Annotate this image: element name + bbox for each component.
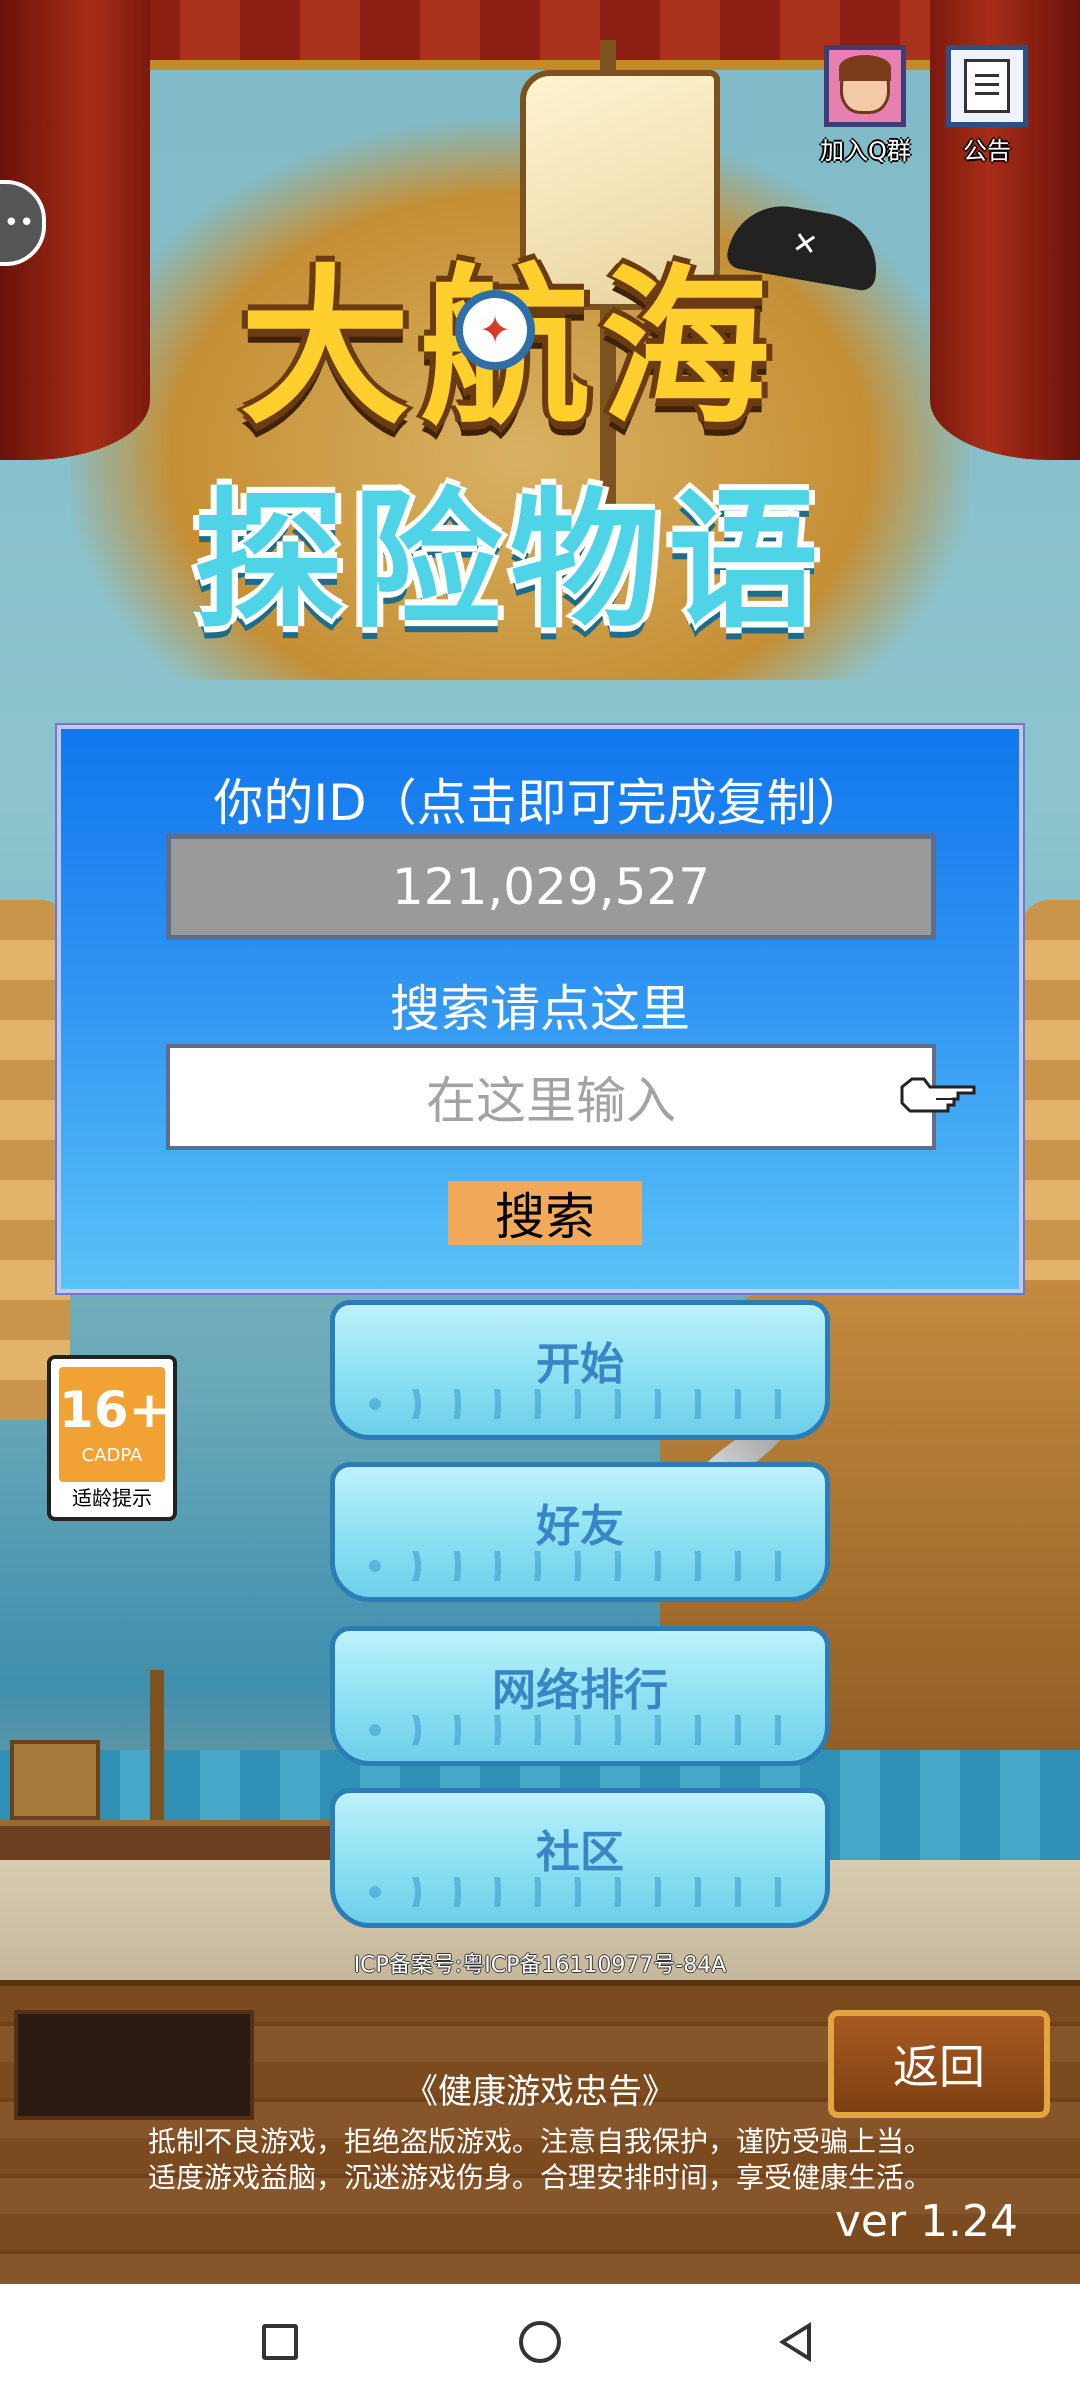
home-button[interactable] [480,2284,600,2400]
start-button[interactable]: 开始 [330,1300,830,1440]
dock-crane [150,1670,164,1830]
search-input[interactable]: 在这里输入 [166,1044,936,1150]
health-notice-title: 《健康游戏忠告》 [404,2072,676,2112]
square-icon [262,2324,298,2360]
back-nav-button[interactable] [735,2284,855,2400]
id-panel-title: 你的ID（点击即可完成复制） [213,774,867,832]
circle-icon [519,2321,561,2363]
health-notice-line-2: 适度游戏益脑，沉迷游戏伤身。合理安排时间，享受健康生活。 [147,2161,932,2194]
community-button-label: 社区 [536,1827,624,1878]
age-rating-tip: 适龄提示 [72,1486,152,1510]
curtain-valance [0,0,1080,70]
notice-button[interactable]: 公告 [942,45,1032,166]
icp-license-text: ICP备案号:粤ICP备16110977号-84A [353,1953,727,1978]
system-nav-bar [0,2284,1080,2400]
community-button[interactable]: 社区 [330,1788,830,1928]
age-rating-org: CADPA [81,1445,143,1466]
girl-avatar-icon [824,45,906,127]
search-label: 搜索请点这里 [390,980,690,1038]
id-panel: 你的ID（点击即可完成复制） 121,029,527 搜索请点这里 在这里输入 … [57,725,1023,1293]
game-logo: 大航海 ✦ ✕ 探险物语 [130,190,890,690]
join-qq-group-button[interactable]: 加入Q群 [820,45,911,166]
join-qq-group-label: 加入Q群 [820,137,911,165]
ranking-button-label: 网络排行 [492,1665,668,1716]
health-notice-line-1: 抵制不良游戏，拒绝盗版游戏。注意自我保护，谨防受骗上当。 [147,2125,932,2158]
player-id-box[interactable]: 121,029,527 [166,834,936,940]
document-icon [946,45,1028,127]
recent-apps-button[interactable] [220,2284,340,2400]
friends-button-label: 好友 [536,1501,624,1552]
compass-icon: ✦ [455,290,535,370]
age-rating-number: 16+ [59,1381,171,1439]
friends-button[interactable]: 好友 [330,1462,830,1602]
triangle-back-icon [779,2322,811,2362]
notice-label: 公告 [963,137,1011,165]
dock-crates [10,1740,100,1820]
logo-line-2: 探险物语 [193,475,826,649]
age-rating-badge[interactable]: 16+ CADPA 适龄提示 [47,1355,177,1521]
start-button-label: 开始 [536,1339,624,1390]
dock-pier [0,1820,380,1860]
search-button[interactable]: 搜索 [448,1181,642,1246]
ranking-button[interactable]: 网络排行 [330,1626,830,1766]
version-label: ver 1.24 [834,2196,1018,2247]
pointing-hand-icon [900,1077,976,1113]
